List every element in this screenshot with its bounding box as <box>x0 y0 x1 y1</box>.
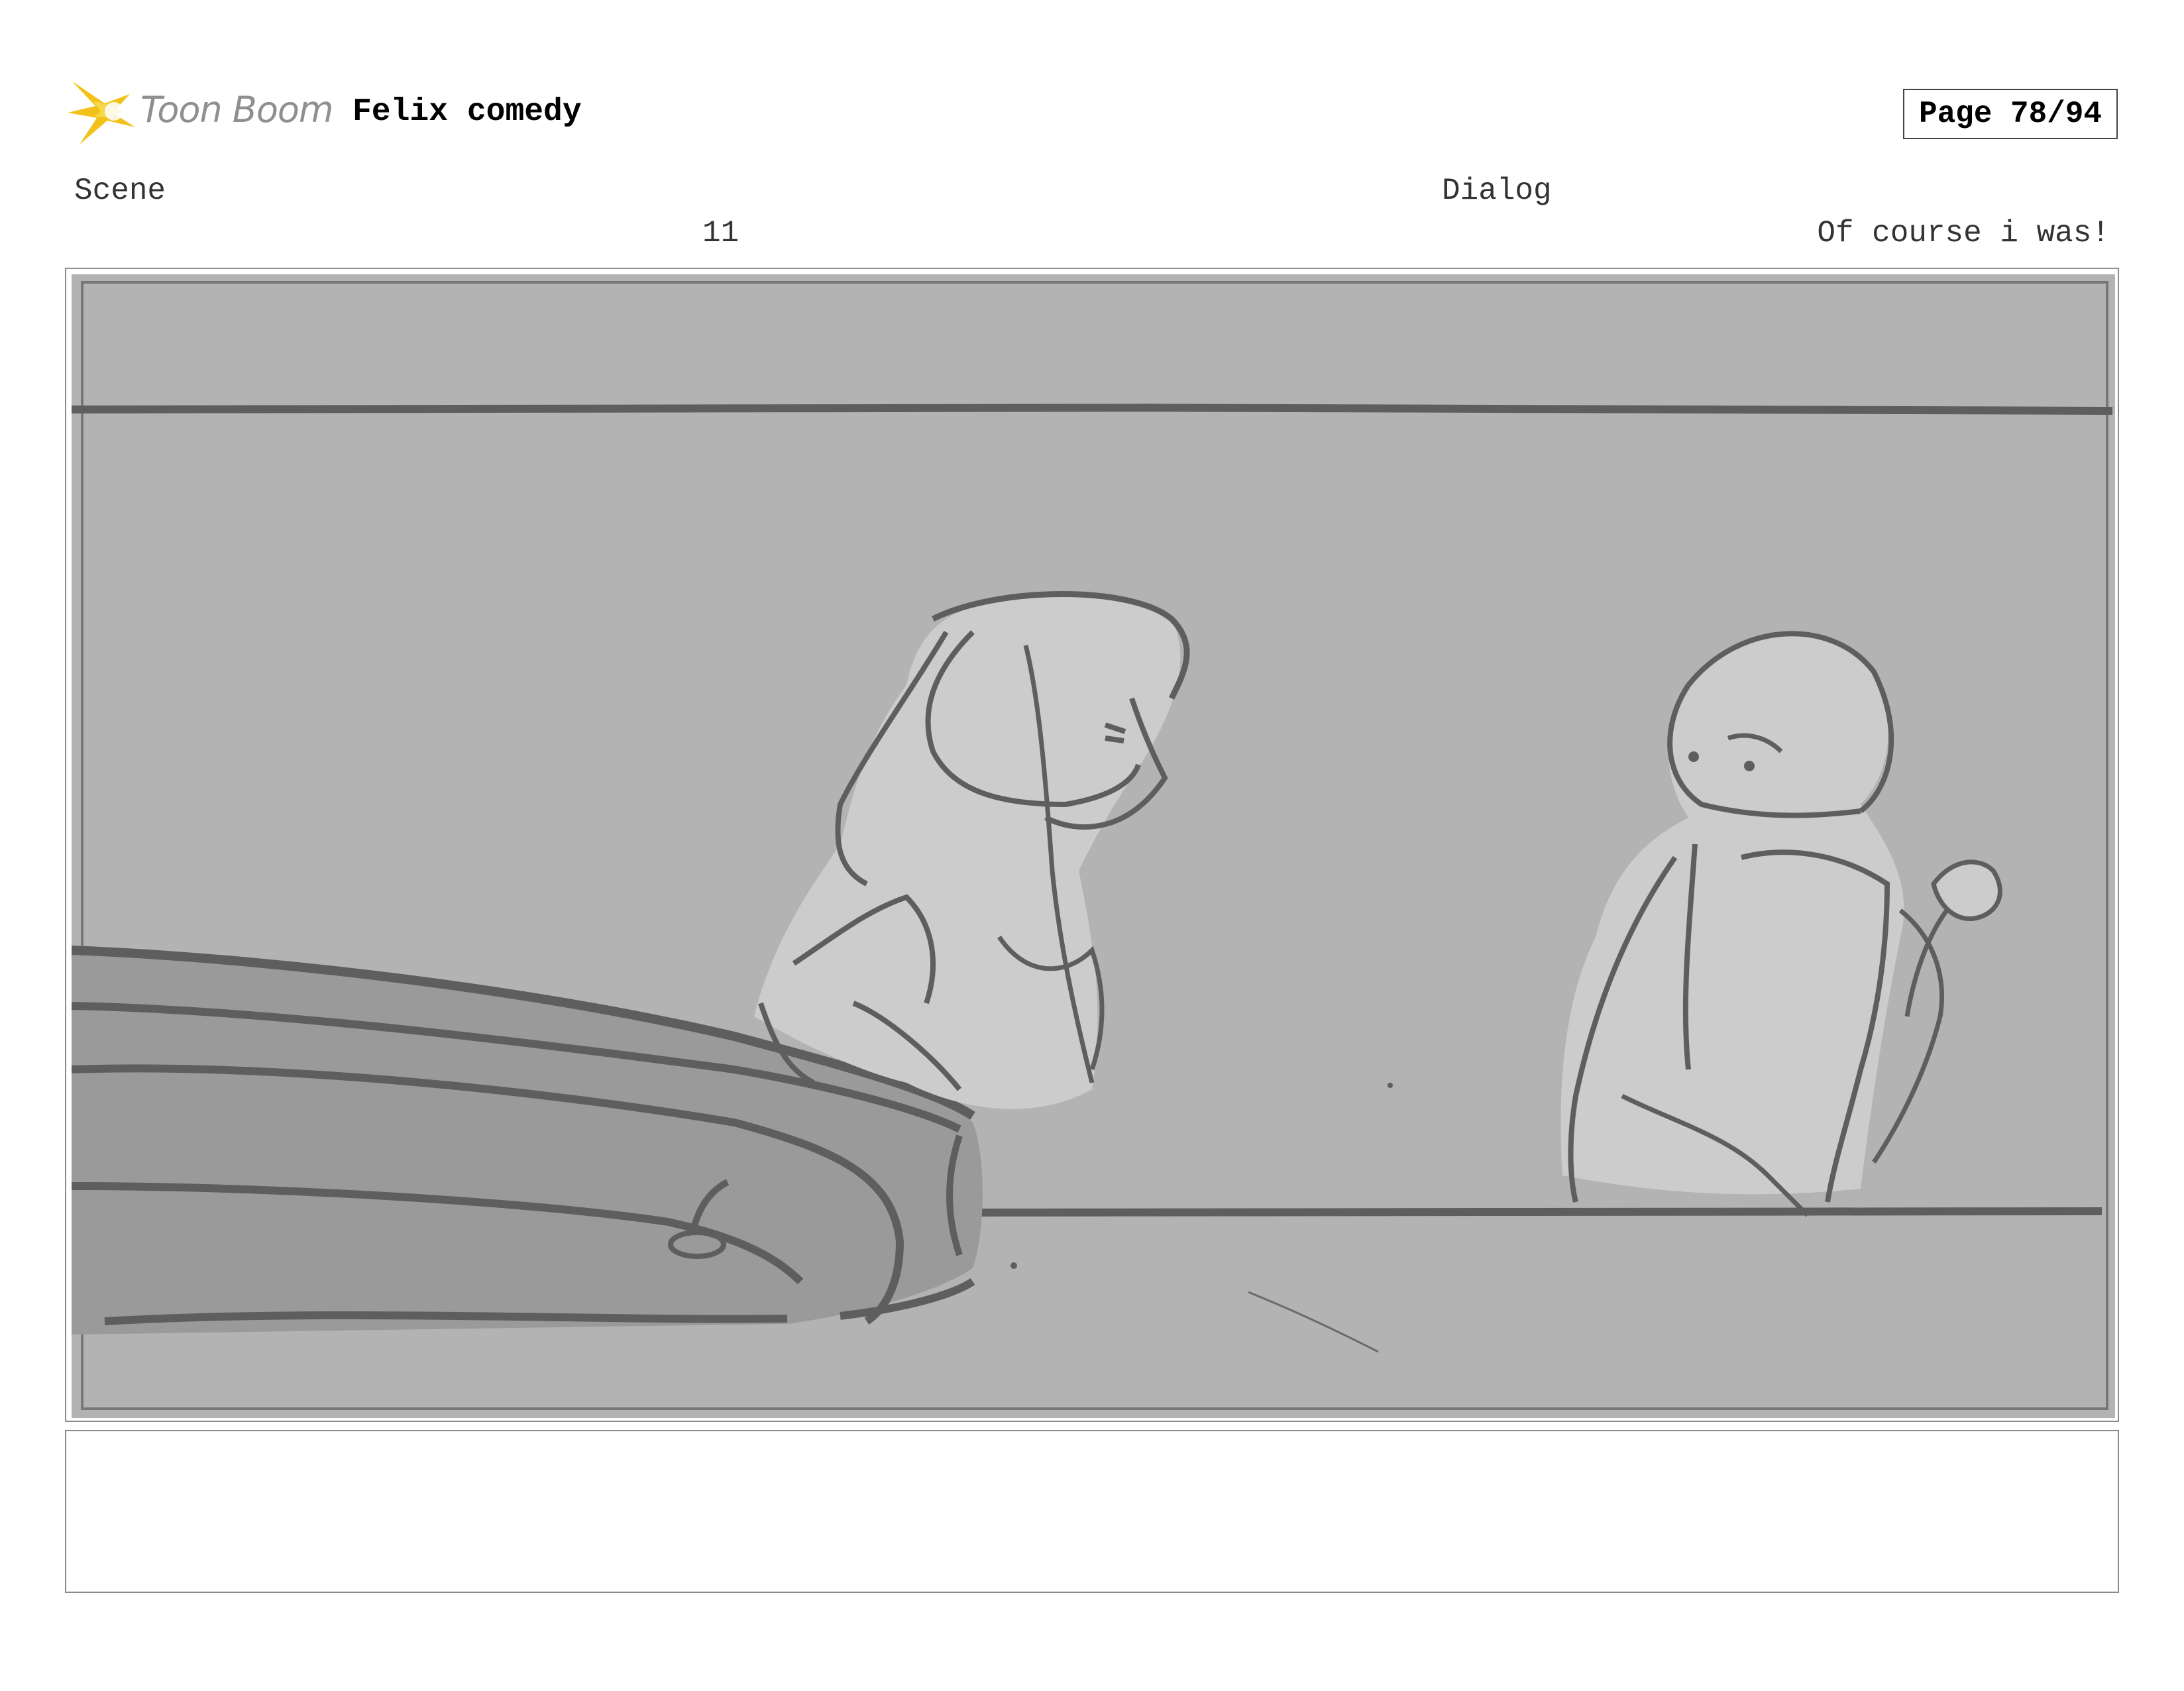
scene-number: 11 <box>702 216 739 250</box>
panel-notes <box>65 1430 2119 1593</box>
storyboard-sketch <box>72 274 2115 1418</box>
page-indicator: Page 78/94 <box>1903 89 2118 139</box>
brand-name: Toon Boom <box>140 89 334 131</box>
scene-label: Scene <box>74 174 166 208</box>
dialog-label: Dialog <box>1442 174 1552 208</box>
storyboard-panel <box>65 268 2119 1422</box>
toon-boom-logo: Toon Boom <box>66 74 334 151</box>
project-title: Felix comedy <box>353 94 582 130</box>
dialog-text: Of course i was! <box>1817 216 2110 250</box>
toon-boom-starburst-icon <box>68 81 135 144</box>
